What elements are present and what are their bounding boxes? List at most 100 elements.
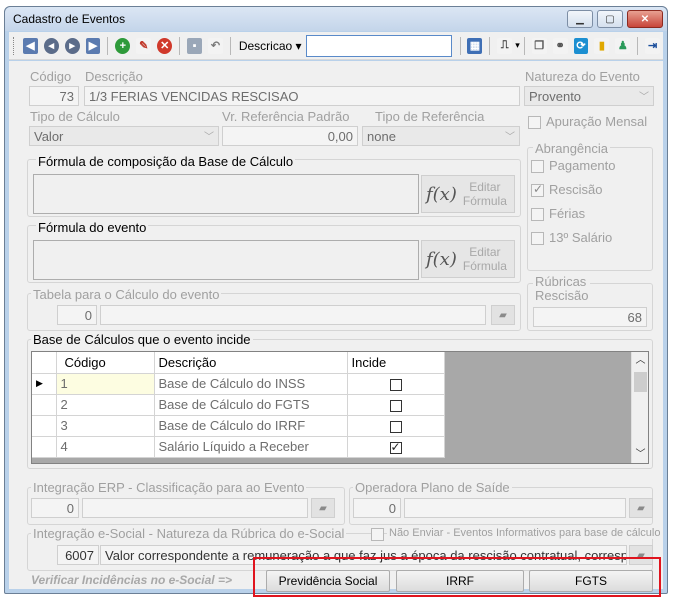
table-row[interactable]: ▶ 1 Base de Cálculo do INSS [32, 373, 445, 395]
note-icon[interactable]: ▮ [594, 37, 610, 54]
formula-evento-label: Fórmula do evento [36, 220, 149, 235]
esocial-label: Integração e-Social - Natureza da Rúbric… [31, 526, 347, 541]
search-mode-dropdown[interactable]: Descricao ▾ [239, 39, 302, 53]
header-incide[interactable]: Incide [347, 352, 445, 374]
first-record-icon[interactable]: ◀ [22, 37, 38, 54]
toolbar-grip [13, 36, 16, 55]
natureza-label: Natureza do Evento [525, 69, 640, 84]
editar-formula-base-button[interactable]: f(x) Editar Fórmula [421, 175, 515, 213]
next-record-icon[interactable]: ▸ [64, 37, 80, 54]
tabela-calculo-code[interactable]: 0 [57, 305, 97, 325]
tipo-referencia-combo[interactable]: none ﹀ [362, 126, 520, 146]
search-button[interactable]: ▰ [629, 498, 653, 518]
refresh-icon[interactable]: ⟳ [573, 37, 589, 54]
rubricas-label: Rúbricas Rescisão [533, 274, 591, 303]
incide-checkbox[interactable] [389, 399, 402, 412]
row-descricao: Base de Cálculo do FGTS [154, 394, 348, 416]
row-codigo[interactable]: 1 [56, 373, 155, 395]
scroll-down-icon[interactable]: ﹀ [632, 446, 648, 463]
rescisao-label: Rescisão [549, 182, 603, 197]
incide-checkbox[interactable] [389, 440, 402, 454]
undo-icon[interactable]: ↶ [207, 37, 223, 54]
chevron-down-icon: ﹀ [505, 132, 515, 143]
save-icon[interactable]: ▪ [187, 37, 202, 54]
form-content: Código 73 Descrição 1/3 FERIAS VENCIDAS … [9, 61, 663, 592]
edit-icon[interactable]: ✎ [136, 37, 152, 54]
rubricas-value: 68 [533, 307, 647, 327]
copy-icon[interactable]: ❐ [531, 37, 547, 54]
row-codigo[interactable]: 2 [56, 394, 155, 416]
row-codigo[interactable]: 3 [56, 415, 155, 437]
formula-evento-memo[interactable] [33, 240, 419, 280]
search-button[interactable]: ▰ [311, 498, 335, 518]
operadora-label: Operadora Plano de Saíde [353, 480, 512, 495]
search-button[interactable]: ▰ [491, 305, 515, 325]
verificar-label: Verificar Incidências no e-Social => [31, 573, 232, 587]
decimo-terceiro-label: 13º Salário [549, 230, 613, 245]
window-title: Cadastro de Eventos [13, 12, 126, 26]
editar-formula-evento-button[interactable]: f(x) Editar Fórmula [421, 240, 515, 278]
esocial-code[interactable]: 6007 [57, 545, 99, 565]
natureza-value: Provento [529, 89, 582, 104]
previous-record-icon[interactable]: ◂ [43, 37, 59, 54]
grid-scrollbar[interactable]: ︿ ﹀ [631, 352, 648, 463]
minimize-button[interactable]: ▁ [567, 10, 593, 28]
row-indicator-icon: ▶ [32, 373, 57, 395]
tabela-calculo-label: Tabela para o Cálculo do evento [31, 287, 222, 302]
add-icon[interactable]: + [115, 37, 131, 54]
apuracao-mensal-checkbox[interactable] [528, 116, 541, 129]
tipo-referencia-label: Tipo de Referência [375, 109, 485, 124]
decimo-terceiro-checkbox[interactable] [531, 232, 544, 245]
table-row[interactable]: 3 Base de Cálculo do IRRF [32, 415, 445, 437]
incide-checkbox[interactable] [389, 378, 402, 391]
tabela-calculo-desc[interactable] [100, 305, 486, 325]
table-row[interactable]: 4 Salário Líquido a Receber [32, 436, 445, 458]
row-codigo[interactable]: 4 [56, 436, 155, 458]
header-descricao[interactable]: Descrição [154, 352, 348, 374]
report-icon[interactable]: ⎍ [497, 37, 513, 54]
close-button[interactable]: ✕ [627, 10, 663, 28]
filter-icon[interactable]: ▦ [467, 37, 483, 54]
descricao-label: Descrição [85, 69, 143, 84]
maximize-button[interactable]: ▢ [597, 10, 623, 28]
last-record-icon[interactable]: ▶ [85, 37, 101, 54]
natureza-combo[interactable]: Provento ﹀ [524, 86, 654, 106]
integracao-erp-code[interactable]: 0 [31, 498, 79, 518]
report-dropdown-icon[interactable]: ▾ [515, 40, 520, 51]
vr-referencia-field[interactable]: 0,00 [222, 126, 358, 146]
table-row[interactable]: 2 Base de Cálculo do FGTS [32, 394, 445, 416]
formula-base-memo[interactable] [33, 174, 419, 214]
chevron-down-icon: ﹀ [639, 92, 649, 103]
tipo-referencia-value: none [367, 129, 396, 144]
highlight-box [253, 557, 661, 597]
base-calculos-title: Base de Cálculos que o evento incide [31, 332, 253, 347]
table-header-row: Código Descrição Incide [32, 352, 445, 374]
tipo-calculo-combo[interactable]: Valor ﹀ [29, 126, 219, 146]
search-input[interactable] [305, 34, 452, 57]
vr-referencia-label: Vr. Referência Padrão [222, 109, 350, 124]
operadora-desc[interactable] [404, 498, 626, 518]
descricao-field[interactable]: 1/3 FERIAS VENCIDAS RESCISAO [84, 86, 520, 106]
tipo-calculo-label: Tipo de Cálculo [30, 109, 120, 124]
exit-icon[interactable]: ⇥ [645, 37, 661, 54]
scroll-up-icon[interactable]: ︿ [632, 352, 648, 369]
nao-enviar-label: Não Enviar - Eventos Informativos para b… [387, 527, 663, 539]
pagamento-checkbox[interactable] [531, 160, 544, 173]
codigo-field[interactable]: 73 [29, 86, 79, 106]
row-descricao: Salário Líquido a Receber [154, 436, 348, 458]
header-codigo[interactable]: Código [56, 352, 155, 374]
row-descricao: Base de Cálculo do INSS [154, 373, 348, 395]
scroll-thumb[interactable] [634, 372, 647, 392]
link-icon[interactable]: ⚭ [552, 37, 568, 54]
delete-icon[interactable]: ✕ [157, 37, 173, 54]
nao-enviar-checkbox[interactable] [371, 528, 384, 541]
user-icon[interactable]: ♟ [615, 37, 631, 54]
incide-checkbox[interactable] [389, 420, 402, 433]
operadora-code[interactable]: 0 [353, 498, 401, 518]
row-descricao: Base de Cálculo do IRRF [154, 415, 348, 437]
chevron-down-icon: ﹀ [204, 132, 214, 143]
base-calculos-grid: Código Descrição Incide ▶ 1 Base de Cálc… [31, 351, 649, 464]
rescisao-checkbox[interactable] [531, 182, 544, 197]
integracao-erp-desc[interactable] [82, 498, 308, 518]
ferias-checkbox[interactable] [531, 208, 544, 221]
